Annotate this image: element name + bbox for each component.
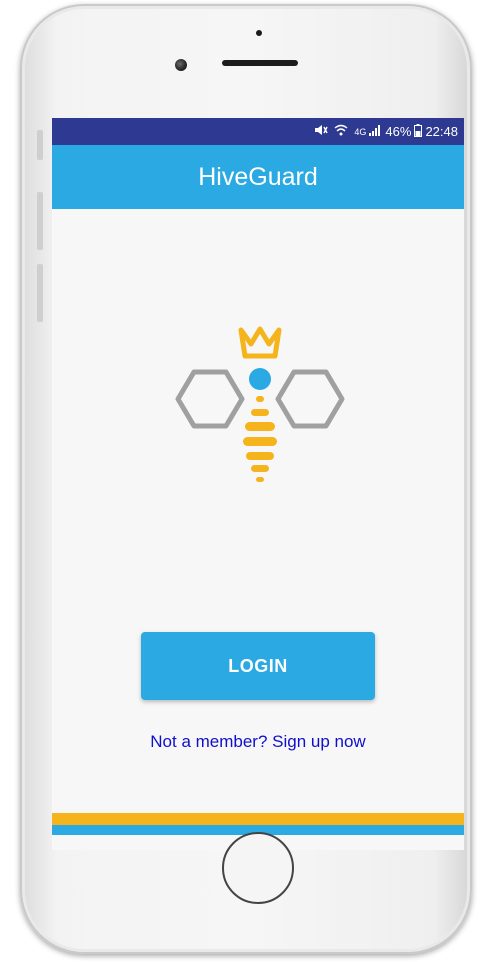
volume-down-button: [37, 264, 43, 322]
right-hexagon-icon: [275, 369, 345, 429]
crown-icon: [238, 326, 282, 359]
status-bar: 4G 46% 22:48: [52, 118, 464, 145]
signal-icon: [368, 124, 382, 139]
home-button[interactable]: [222, 832, 294, 904]
battery-percent: 46%: [385, 124, 412, 139]
network-type: 4G: [354, 126, 367, 137]
battery-icon: [414, 123, 423, 140]
login-button[interactable]: LOGIN: [141, 632, 375, 700]
footer-stripe-yellow: [52, 813, 464, 825]
wifi-icon: [334, 124, 348, 139]
left-hexagon-icon: [175, 369, 245, 429]
app-screen: 4G 46% 22:48 HiveGuard LOGIN Not a membe…: [52, 118, 464, 850]
signup-link[interactable]: Not a member? Sign up now: [52, 732, 464, 752]
bee-head-icon: [249, 368, 271, 390]
front-camera: [175, 59, 187, 71]
bee-body-icon: [243, 396, 277, 482]
mute-switch: [37, 130, 43, 160]
app-bar: HiveGuard: [52, 145, 464, 209]
volume-up-button: [37, 192, 43, 250]
earpiece-speaker: [222, 60, 298, 66]
hiveguard-bee-logo: [175, 326, 345, 482]
proximity-sensor: [256, 30, 262, 36]
login-button-label: LOGIN: [228, 655, 288, 676]
status-time: 22:48: [425, 124, 458, 139]
app-title: HiveGuard: [198, 162, 318, 191]
mute-icon: [314, 124, 329, 139]
